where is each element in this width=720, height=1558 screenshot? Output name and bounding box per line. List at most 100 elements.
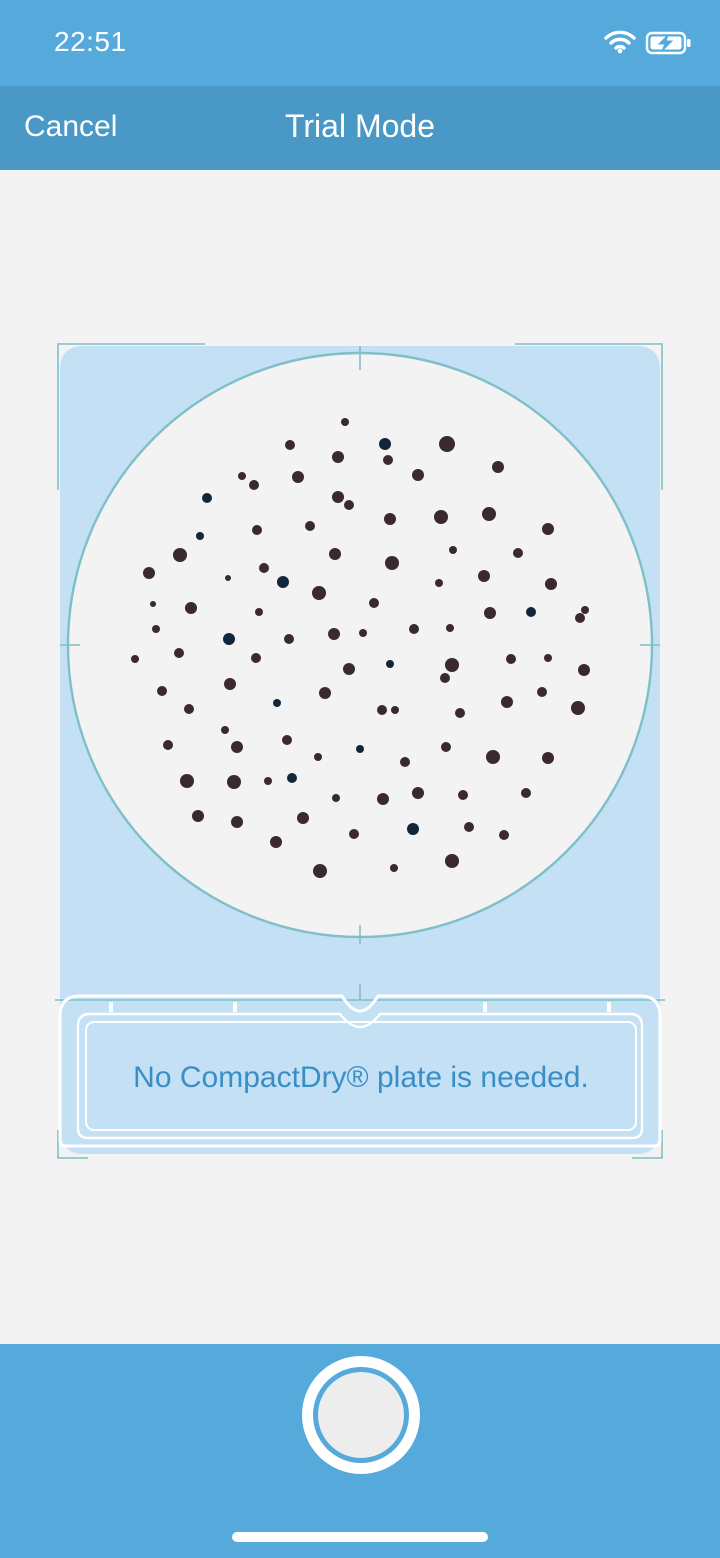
colony-dot: [434, 510, 448, 524]
colony-dot: [238, 472, 246, 480]
colony-dot: [445, 658, 459, 672]
colony-dot: [332, 491, 344, 503]
colony-dot: [412, 469, 424, 481]
colony-dot: [482, 507, 496, 521]
colony-dot: [227, 775, 241, 789]
colony-dot: [305, 521, 315, 531]
colony-dot: [192, 810, 204, 822]
colony-dot: [180, 774, 194, 788]
colony-dot: [391, 706, 399, 714]
colony-dot: [441, 742, 451, 752]
colony-dot: [464, 822, 474, 832]
shutter-ring: [313, 1367, 409, 1463]
cancel-button[interactable]: Cancel: [24, 110, 117, 144]
colony-dot: [575, 613, 585, 623]
colony-dot: [185, 602, 197, 614]
colony-dot: [412, 787, 424, 799]
plate-message: No CompactDry® plate is needed.: [133, 1061, 589, 1094]
colony-dot: [359, 629, 367, 637]
colony-dot: [537, 687, 547, 697]
colony-dot: [377, 705, 387, 715]
colony-dot: [174, 648, 184, 658]
colony-dot: [223, 633, 235, 645]
colony-dot: [486, 750, 500, 764]
colony-dot: [255, 608, 263, 616]
colony-dot: [571, 701, 585, 715]
colony-dot: [251, 653, 261, 663]
colony-dot: [224, 678, 236, 690]
colony-dot: [455, 708, 465, 718]
colony-dot: [344, 500, 354, 510]
colony-dot: [499, 830, 509, 840]
colony-dot: [383, 455, 393, 465]
colony-dot: [273, 699, 281, 707]
colony-dot: [446, 624, 454, 632]
plate-guide-overlay: [55, 343, 665, 1159]
colony-dot: [526, 607, 536, 617]
colony-dot: [343, 663, 355, 675]
home-indicator[interactable]: [232, 1532, 488, 1542]
colony-dot: [545, 578, 557, 590]
colony-dot: [407, 823, 419, 835]
colony-dot: [478, 570, 490, 582]
colony-dot: [277, 576, 289, 588]
status-bar: 22:51: [0, 0, 720, 86]
colony-dot: [252, 525, 262, 535]
colony-dot: [221, 726, 229, 734]
colony-dot: [287, 773, 297, 783]
colony-dot: [312, 586, 326, 600]
shutter-core: [318, 1372, 404, 1458]
colony-dot: [297, 812, 309, 824]
colony-dot: [231, 741, 243, 753]
plate-circle: [66, 351, 654, 939]
colony-dots: [131, 418, 590, 878]
colony-dot: [578, 664, 590, 676]
colony-dot: [196, 532, 204, 540]
colony-dot: [292, 471, 304, 483]
colony-dot: [349, 829, 359, 839]
bottom-toolbar: [0, 1344, 720, 1558]
colony-dot: [492, 461, 504, 473]
colony-dot: [544, 654, 552, 662]
colony-dot: [249, 480, 259, 490]
colony-dot: [409, 624, 419, 634]
colony-dot: [379, 438, 391, 450]
colony-dot: [157, 686, 167, 696]
colony-dot: [435, 579, 443, 587]
colony-dot: [386, 660, 394, 668]
colony-dot: [377, 793, 389, 805]
colony-dot: [501, 696, 513, 708]
colony-dot: [314, 753, 322, 761]
colony-dot: [259, 563, 269, 573]
colony-dot: [231, 816, 243, 828]
colony-dot: [440, 673, 450, 683]
colony-dot: [184, 704, 194, 714]
colony-dot: [285, 440, 295, 450]
colony-dot: [384, 513, 396, 525]
colony-dot: [445, 854, 459, 868]
colony-dot: [542, 752, 554, 764]
colony-dot: [356, 745, 364, 753]
colony-dot: [484, 607, 496, 619]
camera-viewfinder: No CompactDry® plate is needed.: [0, 170, 720, 1344]
shutter-button[interactable]: [302, 1356, 420, 1474]
colony-dot: [319, 687, 331, 699]
colony-dot: [284, 634, 294, 644]
colony-dot: [390, 864, 398, 872]
colony-dot: [581, 606, 589, 614]
colony-dot: [521, 788, 531, 798]
colony-dot: [369, 598, 379, 608]
colony-dot: [270, 836, 282, 848]
colony-dot: [513, 548, 523, 558]
colony-dot: [449, 546, 457, 554]
colony-dot: [332, 794, 340, 802]
colony-dot: [542, 523, 554, 535]
colony-dot: [225, 575, 231, 581]
colony-dot: [385, 556, 399, 570]
colony-dot: [163, 740, 173, 750]
battery-charging-icon: [645, 31, 691, 55]
wifi-icon: [604, 30, 636, 54]
colony-dot: [143, 567, 155, 579]
colony-dot: [264, 777, 272, 785]
colony-dot: [152, 625, 160, 633]
